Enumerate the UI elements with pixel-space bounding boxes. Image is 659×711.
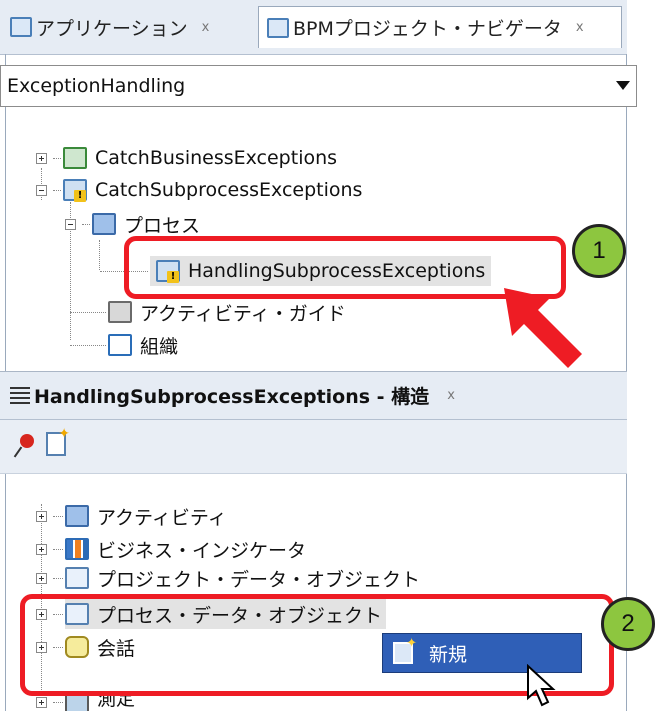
structure-panel-header: HandlingSubprocessExceptions - 構造 x <box>0 371 627 420</box>
tree-item-measurements[interactable]: 測定 <box>36 694 135 711</box>
collapse-icon[interactable] <box>65 218 76 230</box>
annotation-arrow-icon <box>504 288 582 368</box>
project-select-value: ExceptionHandling <box>7 75 186 97</box>
new-item-icon[interactable] <box>46 426 70 456</box>
expand-icon[interactable] <box>36 697 47 708</box>
step-badge-1: 1 <box>572 224 626 278</box>
structure-icon <box>10 386 30 405</box>
tree-item-business-indicators[interactable]: ビジネス・インジケータ <box>36 533 306 565</box>
panel-right-border <box>626 473 627 711</box>
tree-connector <box>53 548 63 550</box>
tree-item-catchbusinessexceptions[interactable]: CatchBusinessExceptions <box>36 142 337 174</box>
tree-item-label: 測定 <box>97 694 136 710</box>
tree-item-label: 組織 <box>140 335 179 358</box>
annotation-highlight-2 <box>20 594 614 696</box>
tab-applications[interactable]: アプリケーション x <box>10 6 209 48</box>
tree-item-label: アクティビティ・ガイド <box>140 302 346 325</box>
chevron-down-icon[interactable] <box>616 81 630 90</box>
tree-connector <box>53 189 61 191</box>
mouse-cursor-icon <box>527 664 556 707</box>
tree-item-label: プロジェクト・データ・オブジェクト <box>97 568 421 591</box>
tree-item-label: アクティビティ <box>97 506 227 529</box>
structure-toolbar <box>0 420 627 474</box>
tab-bpm-navigator-label: BPMプロジェクト・ナビゲータ <box>293 18 562 40</box>
tree-connector <box>82 223 90 225</box>
processes-folder-icon <box>92 213 116 235</box>
expand-icon[interactable] <box>36 572 47 584</box>
process-project-icon <box>63 147 87 169</box>
tree-connector <box>70 344 106 346</box>
organization-icon <box>108 334 132 356</box>
structure-panel-close-icon[interactable]: x <box>447 388 455 403</box>
tab-bpm-navigator-close-icon[interactable]: x <box>576 20 584 35</box>
tab-applications-close-icon[interactable]: x <box>202 20 210 35</box>
step-badge-2: 2 <box>601 597 655 651</box>
measurement-icon <box>65 694 89 711</box>
applications-icon <box>10 17 32 37</box>
tree-item-catchsubprocessexceptions[interactable]: CatchSubprocessExceptions <box>36 174 362 206</box>
tree-connector <box>53 515 63 517</box>
pin-icon[interactable] <box>13 434 36 458</box>
tree-item-label: ビジネス・インジケータ <box>97 539 307 562</box>
process-project-warning-icon <box>63 179 87 202</box>
tab-applications-label: アプリケーション <box>36 17 188 40</box>
collapse-icon[interactable] <box>36 184 47 196</box>
expand-icon[interactable] <box>36 543 47 555</box>
business-indicators-icon <box>65 538 89 560</box>
tree-item-organization[interactable]: 組織 <box>70 332 178 358</box>
tree-connector <box>53 577 63 579</box>
expand-icon[interactable] <box>36 510 47 522</box>
structure-panel-title: HandlingSubprocessExceptions - 構造 <box>34 386 430 408</box>
tree-item-label: CatchBusinessExceptions <box>95 147 338 169</box>
tree-connector <box>53 157 61 159</box>
tree-item-project-data-objects[interactable]: プロジェクト・データ・オブジェクト <box>36 566 420 590</box>
project-data-object-icon <box>65 567 89 589</box>
tab-bpm-project-navigator[interactable]: BPMプロジェクト・ナビゲータ x <box>258 6 622 48</box>
project-select[interactable]: ExceptionHandling <box>0 65 637 107</box>
tree-item-activities[interactable]: アクティビティ <box>36 500 227 532</box>
activities-icon <box>65 505 89 527</box>
tree-item-label: プロセス <box>124 214 201 237</box>
tree-item-label: CatchSubprocessExceptions <box>95 179 363 201</box>
tree-connector <box>70 311 106 313</box>
tree-item-activity-guide[interactable]: アクティビティ・ガイド <box>70 296 346 328</box>
tree-connector <box>53 702 63 703</box>
expand-icon[interactable] <box>36 152 47 164</box>
activity-guide-icon <box>108 301 132 323</box>
navigator-tab-bar: アプリケーション x BPMプロジェクト・ナビゲータ x <box>0 0 627 55</box>
bpm-navigator-icon <box>267 17 289 38</box>
